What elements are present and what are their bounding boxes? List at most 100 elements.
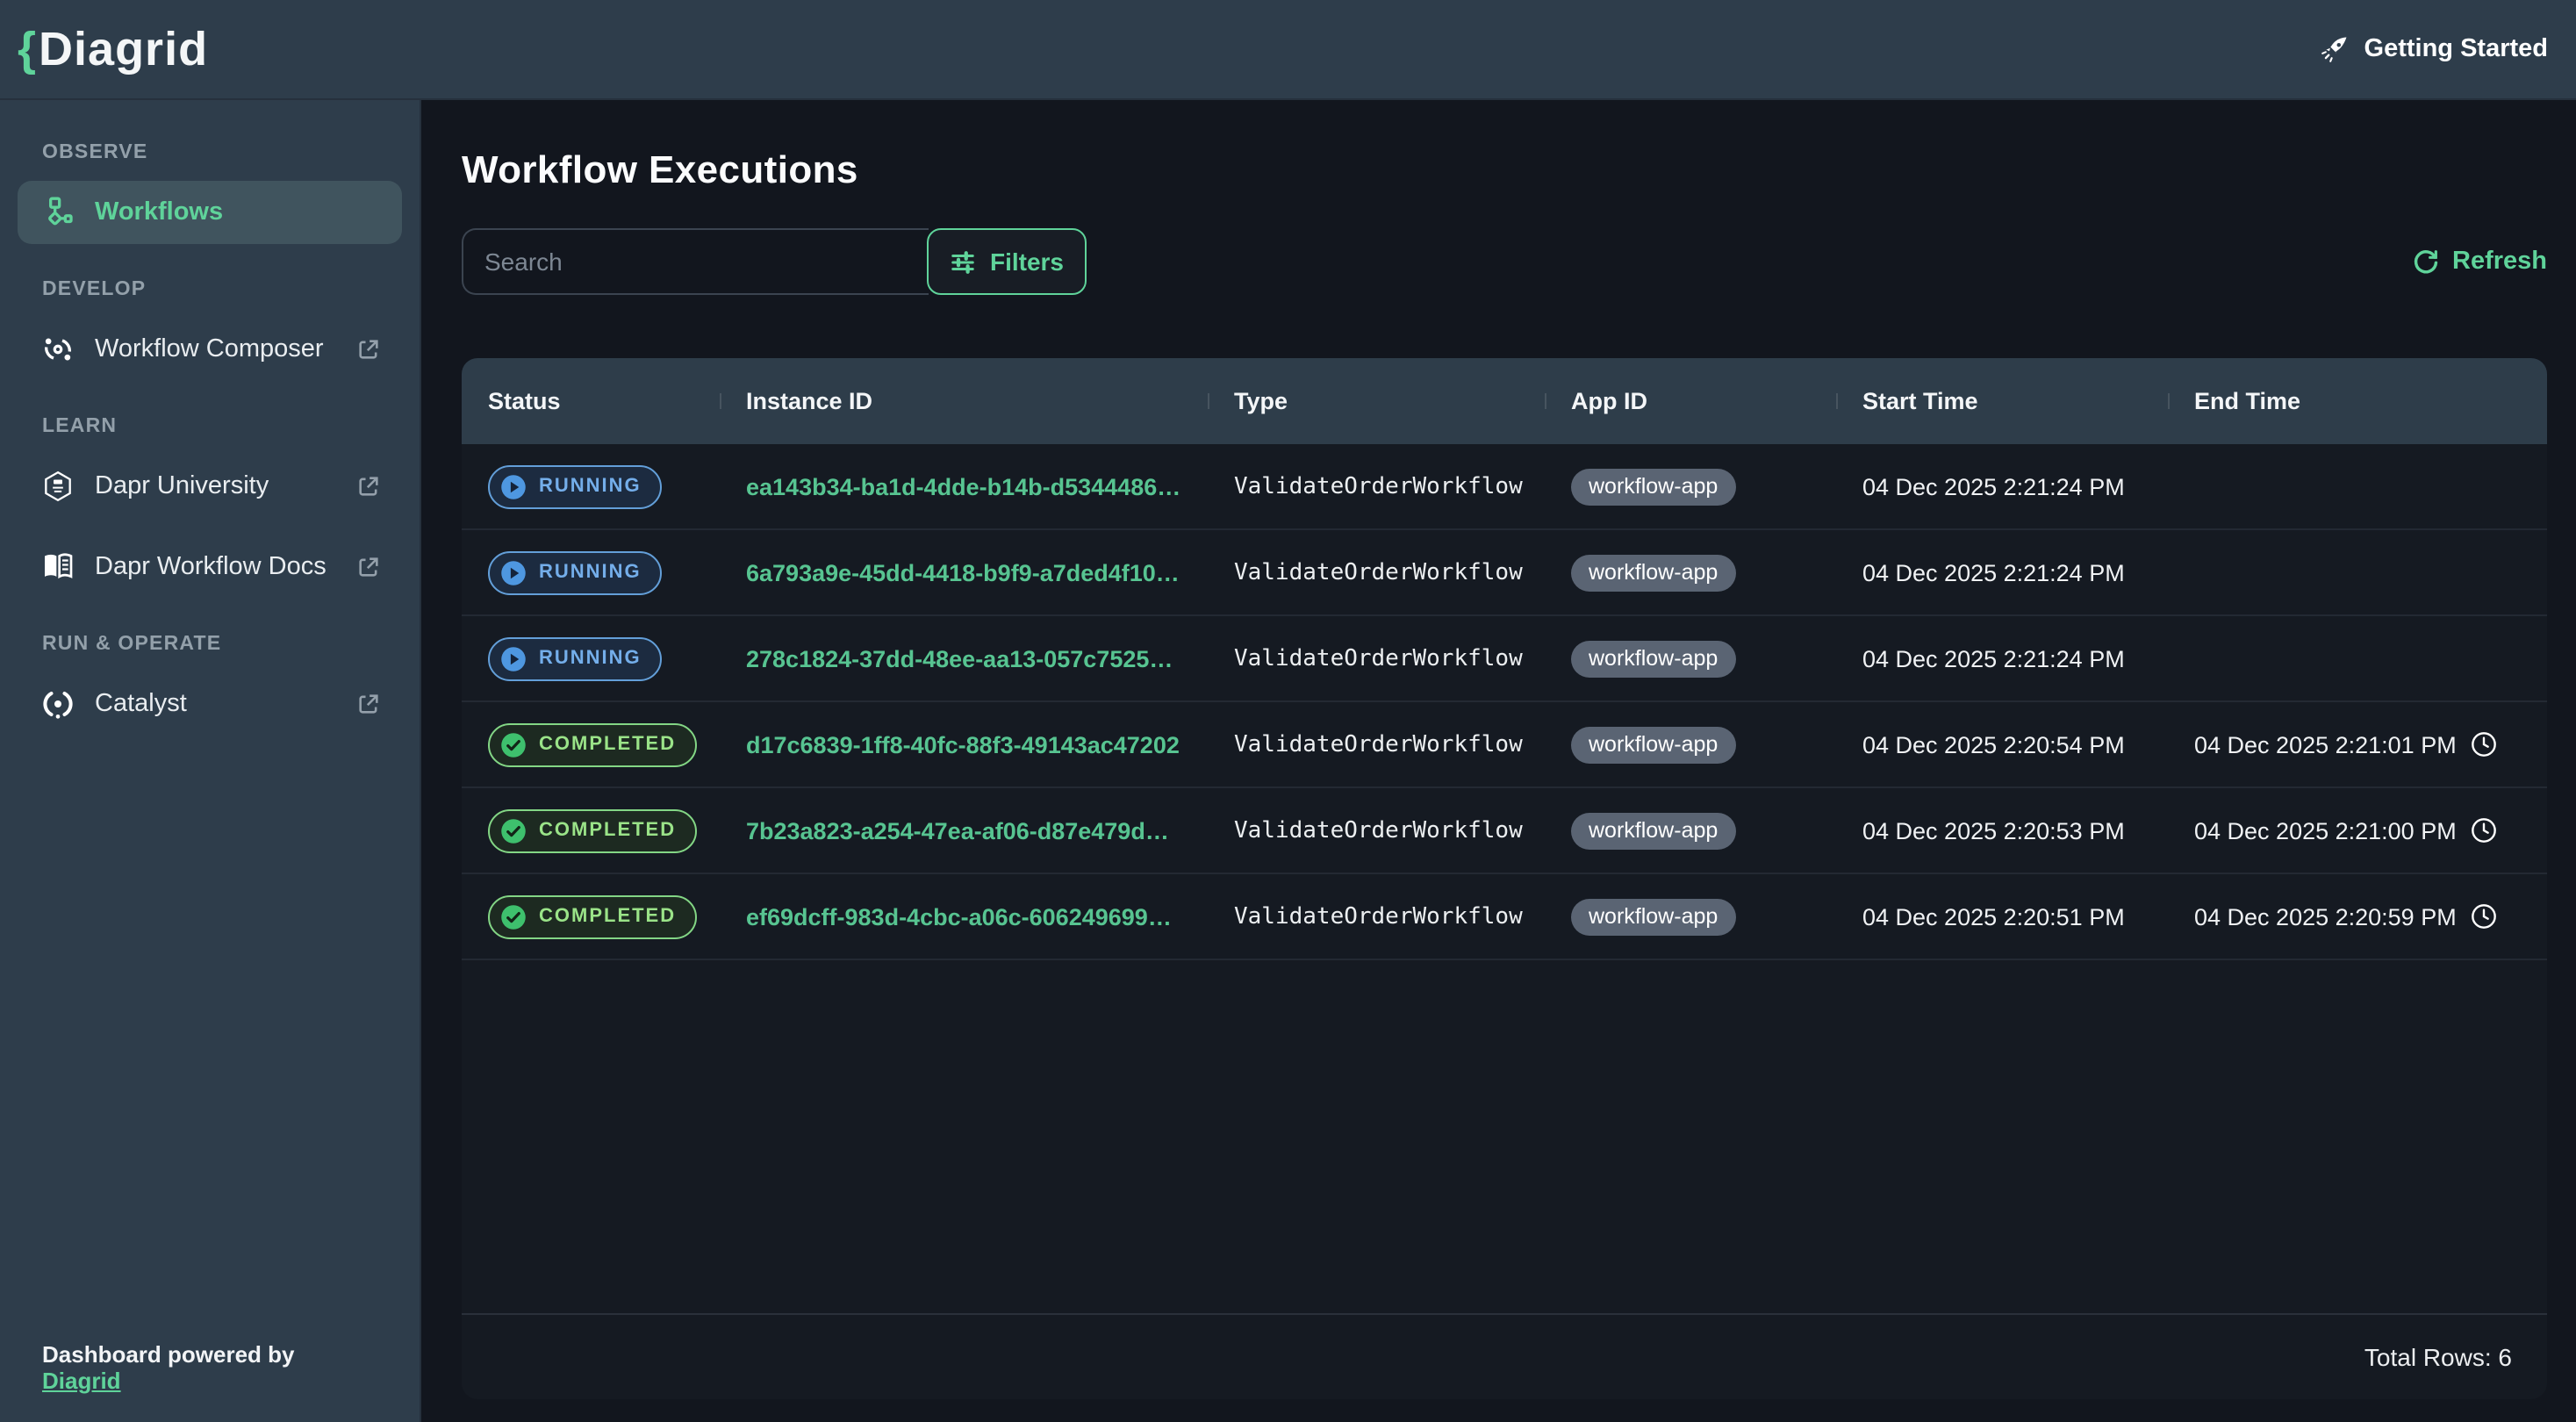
start-time: 04 Dec 2025 2:21:24 PM bbox=[1862, 645, 2125, 672]
workflow-type: ValidateOrderWorkflow bbox=[1234, 903, 1523, 930]
type-cell: ValidateOrderWorkflow bbox=[1208, 473, 1545, 499]
column-header-start-time: Start Time bbox=[1836, 388, 2168, 414]
start-time: 04 Dec 2025 2:20:54 PM bbox=[1862, 731, 2125, 758]
instance-id-link[interactable]: 7b23a823-a254-47ea-af06-d87e479d9c8d bbox=[746, 817, 1181, 844]
search-group: Filters bbox=[462, 228, 1087, 295]
column-header-status: Status bbox=[462, 388, 720, 414]
start-time: 04 Dec 2025 2:20:53 PM bbox=[1862, 817, 2125, 844]
sidebar-item-catalyst[interactable]: Catalyst bbox=[18, 672, 402, 736]
workflow-executions-table: Status Instance ID Type App ID Start Tim… bbox=[462, 358, 2547, 1399]
instance-id-cell: 6a793a9e-45dd-4418-b9f9-a7ded4f10b71 bbox=[720, 559, 1208, 585]
logo-brace-icon: { bbox=[18, 22, 37, 76]
sidebar-item-label: Catalyst bbox=[95, 690, 337, 718]
catalyst-icon bbox=[40, 686, 75, 722]
clock-icon bbox=[2471, 902, 2499, 930]
start-time: 04 Dec 2025 2:21:24 PM bbox=[1862, 473, 2125, 499]
controls-row: Filters Refresh bbox=[462, 228, 2547, 295]
column-header-type: Type bbox=[1208, 388, 1545, 414]
completed-check-icon bbox=[500, 903, 527, 930]
type-cell: ValidateOrderWorkflow bbox=[1208, 817, 1545, 844]
sidebar: OBSERVE Workflows DEVELOP bbox=[0, 100, 421, 1422]
sidebar-item-workflows[interactable]: Workflows bbox=[18, 181, 402, 244]
workflow-type: ValidateOrderWorkflow bbox=[1234, 473, 1523, 499]
instance-id-link[interactable]: 6a793a9e-45dd-4418-b9f9-a7ded4f10b71 bbox=[746, 559, 1181, 585]
dapr-university-icon bbox=[40, 469, 75, 504]
end-time: 04 Dec 2025 2:20:59 PM bbox=[2194, 903, 2457, 930]
instance-id-link[interactable]: ef69dcff-983d-4cbc-a06c-606249699b50 bbox=[746, 903, 1181, 930]
sidebar-item-dapr-university[interactable]: Dapr University bbox=[18, 455, 402, 518]
diagrid-footer-link[interactable]: Diagrid bbox=[42, 1368, 121, 1394]
sidebar-item-label: Workflow Composer bbox=[95, 335, 337, 363]
status-cell: COMPLETED bbox=[462, 894, 720, 938]
workflow-type: ValidateOrderWorkflow bbox=[1234, 559, 1523, 585]
table-footer: Total Rows: 6 bbox=[462, 1313, 2547, 1399]
status-label: RUNNING bbox=[539, 648, 642, 669]
total-rows-label: Total Rows: 6 bbox=[2364, 1343, 2512, 1371]
table-row: COMPLETED 7b23a823-a254-47ea-af06-d87e47… bbox=[462, 788, 2547, 874]
app-id-cell: workflow-app bbox=[1545, 468, 1836, 505]
end-time-cell: 04 Dec 2025 2:20:59 PM bbox=[2168, 902, 2547, 930]
instance-id-cell: 278c1824-37dd-48ee-aa13-057c7525a1ef bbox=[720, 645, 1208, 672]
end-time-cell: 04 Dec 2025 2:21:00 PM bbox=[2168, 816, 2547, 844]
status-badge: COMPLETED bbox=[488, 808, 697, 852]
running-play-icon bbox=[500, 473, 527, 499]
app-id-cell: workflow-app bbox=[1545, 554, 1836, 591]
status-cell: RUNNING bbox=[462, 636, 720, 680]
table-body: RUNNING ea143b34-ba1d-4dde-b14b-d5344486… bbox=[462, 444, 2547, 1313]
instance-id-cell: 7b23a823-a254-47ea-af06-d87e479d9c8d bbox=[720, 817, 1208, 844]
status-label: COMPLETED bbox=[539, 820, 676, 841]
sidebar-item-workflow-composer[interactable]: Workflow Composer bbox=[18, 318, 402, 381]
filters-icon bbox=[950, 248, 976, 275]
status-label: RUNNING bbox=[539, 562, 642, 583]
instance-id-link[interactable]: ea143b34-ba1d-4dde-b14b-d53444862... bbox=[746, 473, 1181, 499]
completed-check-icon bbox=[500, 731, 527, 758]
status-cell: RUNNING bbox=[462, 464, 720, 508]
section-label-develop: DEVELOP bbox=[0, 262, 420, 314]
filters-label: Filters bbox=[990, 248, 1064, 276]
end-time: 04 Dec 2025 2:21:01 PM bbox=[2194, 731, 2457, 758]
filters-button[interactable]: Filters bbox=[927, 228, 1087, 295]
status-cell: COMPLETED bbox=[462, 722, 720, 766]
sidebar-item-label: Dapr University bbox=[95, 472, 337, 500]
section-label-observe: OBSERVE bbox=[0, 125, 420, 177]
start-time-cell: 04 Dec 2025 2:21:24 PM bbox=[1836, 645, 2168, 672]
app-id-chip: workflow-app bbox=[1571, 812, 1735, 849]
status-badge: RUNNING bbox=[488, 636, 663, 680]
main-area: Workflow Executions Filters bbox=[421, 100, 2576, 1422]
start-time-cell: 04 Dec 2025 2:21:24 PM bbox=[1836, 559, 2168, 585]
app-id-cell: workflow-app bbox=[1545, 726, 1836, 763]
page-title: Workflow Executions bbox=[462, 147, 2547, 193]
diagrid-logo[interactable]: { Diagrid bbox=[18, 22, 208, 76]
refresh-button[interactable]: Refresh bbox=[2412, 248, 2547, 276]
table-row: COMPLETED d17c6839-1ff8-40fc-88f3-49143a… bbox=[462, 702, 2547, 788]
section-label-learn: LEARN bbox=[0, 399, 420, 451]
sidebar-item-label: Dapr Workflow Docs bbox=[95, 553, 337, 581]
instance-id-link[interactable]: 278c1824-37dd-48ee-aa13-057c7525a1ef bbox=[746, 645, 1181, 672]
column-header-app-id: App ID bbox=[1545, 388, 1836, 414]
topbar: { Diagrid Getting Started bbox=[0, 0, 2576, 100]
app-id-chip: workflow-app bbox=[1571, 726, 1735, 763]
start-time-cell: 04 Dec 2025 2:20:53 PM bbox=[1836, 817, 2168, 844]
sidebar-item-dapr-workflow-docs[interactable]: Dapr Workflow Docs bbox=[18, 535, 402, 599]
getting-started-button[interactable]: Getting Started bbox=[2319, 33, 2548, 65]
status-label: COMPLETED bbox=[539, 734, 676, 755]
external-link-icon bbox=[356, 555, 381, 579]
app-id-cell: workflow-app bbox=[1545, 898, 1836, 935]
clock-icon bbox=[2471, 816, 2499, 844]
start-time-cell: 04 Dec 2025 2:20:54 PM bbox=[1836, 731, 2168, 758]
status-label: RUNNING bbox=[539, 476, 642, 497]
rocket-icon bbox=[2319, 33, 2350, 65]
table-header-row: Status Instance ID Type App ID Start Tim… bbox=[462, 358, 2547, 444]
refresh-label: Refresh bbox=[2452, 248, 2547, 276]
start-time-cell: 04 Dec 2025 2:20:51 PM bbox=[1836, 903, 2168, 930]
table-row: RUNNING 6a793a9e-45dd-4418-b9f9-a7ded4f1… bbox=[462, 530, 2547, 616]
type-cell: ValidateOrderWorkflow bbox=[1208, 645, 1545, 672]
instance-id-cell: ef69dcff-983d-4cbc-a06c-606249699b50 bbox=[720, 903, 1208, 930]
type-cell: ValidateOrderWorkflow bbox=[1208, 559, 1545, 585]
getting-started-label: Getting Started bbox=[2364, 35, 2548, 63]
start-time: 04 Dec 2025 2:21:24 PM bbox=[1862, 559, 2125, 585]
instance-id-link[interactable]: d17c6839-1ff8-40fc-88f3-49143ac47202 bbox=[746, 731, 1180, 758]
search-input[interactable] bbox=[462, 228, 929, 295]
status-badge: RUNNING bbox=[488, 464, 663, 508]
table-row: RUNNING ea143b34-ba1d-4dde-b14b-d5344486… bbox=[462, 444, 2547, 530]
